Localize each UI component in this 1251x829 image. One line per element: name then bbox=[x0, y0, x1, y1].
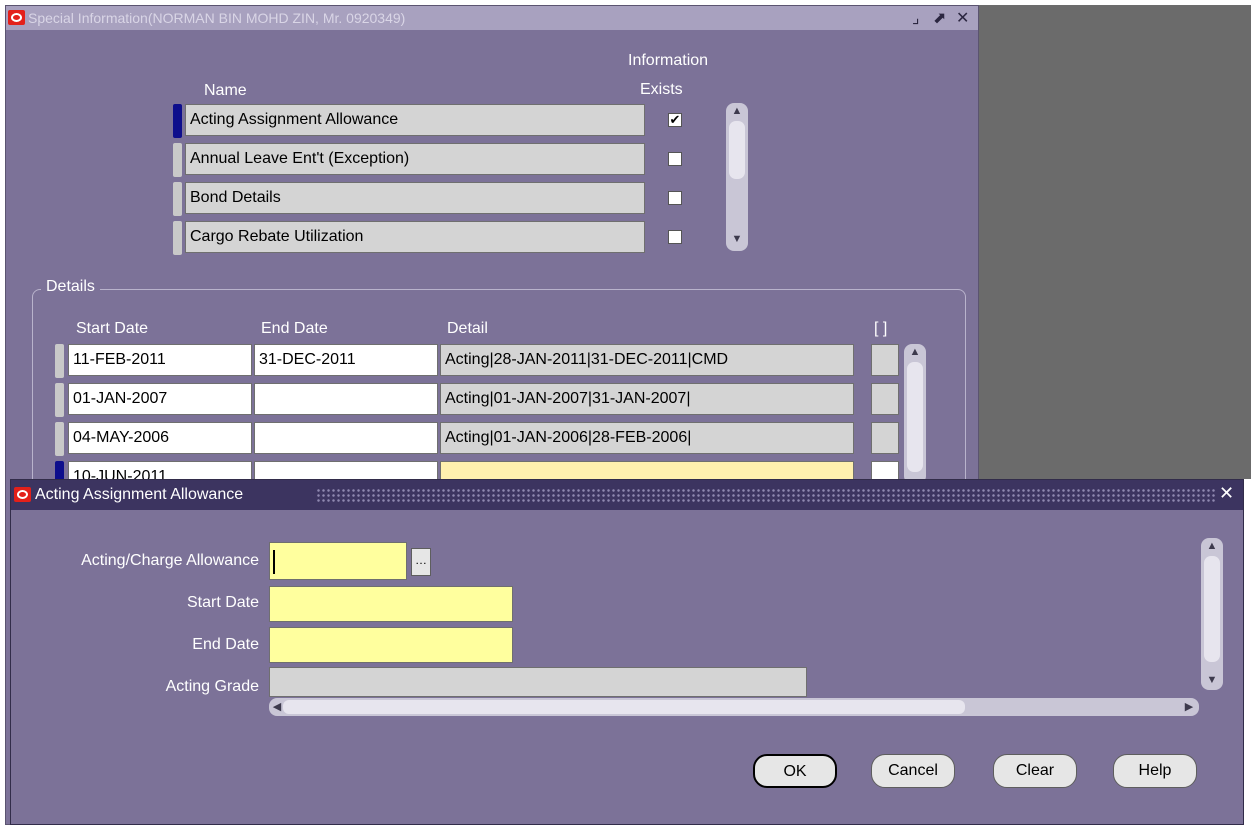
info-exists-checkbox[interactable]: ✔ bbox=[668, 113, 682, 127]
window-title: Special Information(NORMAN BIN MOHD ZIN,… bbox=[28, 10, 406, 26]
special-info-name-field[interactable]: Cargo Rebate Utilization bbox=[185, 221, 645, 253]
oracle-logo-icon bbox=[14, 487, 31, 502]
detail-field[interactable]: Acting|01-JAN-2006|28-FEB-2006| bbox=[440, 422, 854, 454]
dialog-vertical-scrollbar[interactable]: ▲ ▼ bbox=[1201, 538, 1223, 690]
acting-assignment-dialog: Acting Assignment Allowance ✕ Acting/Cha… bbox=[10, 479, 1244, 825]
close-icon[interactable]: ✕ bbox=[1219, 483, 1234, 504]
row-indicator[interactable] bbox=[173, 104, 182, 138]
scroll-up-icon[interactable]: ▲ bbox=[904, 346, 926, 358]
column-header-detail: Detail bbox=[447, 320, 488, 337]
info-exists-checkbox[interactable] bbox=[668, 191, 682, 205]
scrollbar-thumb[interactable] bbox=[907, 362, 923, 472]
dialog-horizontal-scrollbar[interactable]: ◀ ▶ bbox=[269, 698, 1199, 716]
scroll-up-icon[interactable]: ▲ bbox=[726, 105, 748, 117]
scroll-up-icon[interactable]: ▲ bbox=[1201, 540, 1223, 552]
special-info-name-field[interactable]: Bond Details bbox=[185, 182, 645, 214]
scroll-down-icon[interactable]: ▼ bbox=[726, 233, 748, 245]
flexfield-cell[interactable] bbox=[871, 383, 899, 415]
flexfield-cell[interactable] bbox=[871, 344, 899, 376]
column-header-flexfield: [ ] bbox=[874, 320, 888, 337]
window-title-bar[interactable]: Special Information(NORMAN BIN MOHD ZIN,… bbox=[6, 6, 978, 30]
close-icon[interactable]: ✕ bbox=[956, 8, 969, 28]
column-header-exists: Exists bbox=[640, 81, 683, 98]
title-bar-grip bbox=[316, 488, 1216, 502]
row-indicator[interactable] bbox=[55, 383, 64, 417]
ok-button[interactable]: OK bbox=[753, 754, 837, 788]
detail-field[interactable]: Acting|01-JAN-2007|31-JAN-2007| bbox=[440, 383, 854, 415]
maximize-icon[interactable]: ⬈ bbox=[933, 8, 946, 28]
help-button[interactable]: Help bbox=[1113, 754, 1197, 788]
text-cursor bbox=[273, 550, 275, 574]
names-scrollbar[interactable]: ▲ ▼ bbox=[726, 103, 748, 251]
column-header-start-date: Start Date bbox=[76, 320, 149, 337]
info-exists-checkbox[interactable] bbox=[668, 230, 682, 244]
end-date-field[interactable]: 31-DEC-2011 bbox=[254, 344, 438, 376]
start-date-field[interactable]: 04-MAY-2006 bbox=[68, 422, 252, 454]
oracle-logo-icon bbox=[8, 10, 25, 25]
special-info-name-field[interactable]: Annual Leave Ent't (Exception) bbox=[185, 143, 645, 175]
start-date-label: Start Date bbox=[186, 594, 259, 611]
scrollbar-thumb[interactable] bbox=[283, 700, 965, 714]
minimize-icon[interactable]: ⌟ bbox=[912, 8, 920, 28]
end-date-field[interactable] bbox=[254, 383, 438, 415]
column-header-end-date: End Date bbox=[261, 320, 328, 337]
info-exists-checkbox[interactable] bbox=[668, 152, 682, 166]
scroll-down-icon[interactable]: ▼ bbox=[1201, 674, 1223, 686]
details-scrollbar[interactable]: ▲ bbox=[904, 344, 926, 484]
dialog-title: Acting Assignment Allowance bbox=[35, 486, 244, 503]
start-date-field[interactable] bbox=[269, 586, 513, 622]
end-date-field[interactable] bbox=[269, 627, 513, 663]
row-indicator[interactable] bbox=[173, 182, 182, 216]
scroll-left-icon[interactable]: ◀ bbox=[271, 700, 283, 713]
scroll-right-icon[interactable]: ▶ bbox=[1183, 700, 1195, 713]
column-header-information: Information bbox=[628, 52, 709, 69]
cancel-button[interactable]: Cancel bbox=[871, 754, 955, 788]
details-legend: Details bbox=[41, 278, 100, 296]
column-header-name: Name bbox=[204, 82, 247, 99]
row-indicator[interactable] bbox=[173, 221, 182, 255]
end-date-field[interactable] bbox=[254, 422, 438, 454]
scrollbar-thumb[interactable] bbox=[1204, 556, 1220, 662]
desktop-background bbox=[979, 5, 1251, 479]
detail-field[interactable]: Acting|28-JAN-2011|31-DEC-2011|CMD bbox=[440, 344, 854, 376]
dialog-title-bar[interactable]: Acting Assignment Allowance ✕ bbox=[11, 480, 1243, 510]
row-indicator[interactable] bbox=[55, 344, 64, 378]
row-indicator[interactable] bbox=[173, 143, 182, 177]
clear-button[interactable]: Clear bbox=[993, 754, 1077, 788]
acting-charge-allowance-label: Acting/Charge Allowance bbox=[81, 552, 259, 569]
acting-charge-allowance-field[interactable] bbox=[269, 542, 407, 580]
row-indicator[interactable] bbox=[55, 422, 64, 456]
acting-grade-label: Acting Grade bbox=[165, 678, 259, 695]
scrollbar-thumb[interactable] bbox=[729, 121, 745, 179]
list-of-values-button[interactable]: … bbox=[411, 548, 431, 576]
flexfield-cell[interactable] bbox=[871, 422, 899, 454]
start-date-field[interactable]: 01-JAN-2007 bbox=[68, 383, 252, 415]
start-date-field[interactable]: 11-FEB-2011 bbox=[68, 344, 252, 376]
special-info-name-field[interactable]: Acting Assignment Allowance bbox=[185, 104, 645, 136]
acting-grade-field[interactable] bbox=[269, 667, 807, 697]
end-date-label: End Date bbox=[192, 636, 259, 653]
